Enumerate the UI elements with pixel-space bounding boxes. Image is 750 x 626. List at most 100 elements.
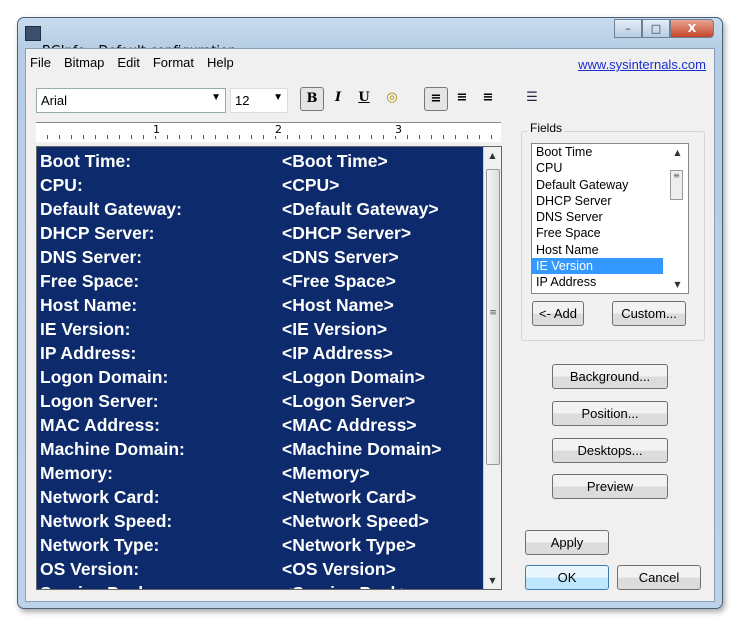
scroll-up-icon[interactable]: ▲ [669, 148, 686, 157]
field-label: Machine Domain: [40, 439, 185, 459]
field-token: <Free Space> [282, 271, 396, 291]
fields-list-item[interactable]: IP Address [532, 274, 663, 290]
underline-button[interactable]: U [352, 87, 376, 111]
field-label: Memory: [40, 463, 113, 483]
field-label: DHCP Server: [40, 223, 155, 243]
field-token: <CPU> [282, 175, 340, 195]
fields-list[interactable]: Boot Time CPU Default Gateway DHCP Server DN… [531, 143, 689, 294]
field-label: Logon Domain: [40, 367, 169, 387]
bullet-list-icon[interactable]: ☰ [520, 87, 544, 111]
chevron-down-icon: ▼ [211, 92, 221, 103]
menu-bitmap[interactable]: Bitmap [64, 55, 104, 70]
apply-button[interactable]: Apply [525, 530, 609, 555]
field-label: Boot Time: [40, 151, 132, 171]
ruler-mark: 1 [152, 123, 161, 136]
field-token: <IP Address> [282, 343, 393, 363]
menu-format[interactable]: Format [153, 55, 194, 70]
field-label: IP Address: [40, 343, 137, 363]
app-icon [25, 26, 41, 41]
editor-line: Network Speed: <Network Speed> [40, 511, 429, 535]
cancel-button[interactable]: Cancel [617, 565, 701, 590]
editor-line: Network Card: <Network Card> [40, 487, 416, 511]
fields-scrollbar[interactable]: ▲ ≡ ▼ [666, 144, 688, 293]
editor-line: Network Type: <Network Type> [40, 535, 416, 559]
size-select[interactable]: 12 ▼ [230, 88, 288, 113]
field-label: DNS Server: [40, 247, 143, 267]
field-label: IE Version: [40, 319, 131, 339]
fields-list-item[interactable]: Free Space [532, 225, 663, 241]
align-left-icon[interactable]: ≡ [424, 87, 448, 111]
sysinternals-link[interactable]: www.sysinternals.com [578, 57, 706, 72]
bold-button[interactable]: B [300, 87, 324, 111]
scroll-down-icon[interactable]: ▼ [669, 280, 686, 289]
editor-line: Boot Time: <Boot Time> [40, 151, 388, 175]
maximize-button[interactable]: □ [642, 19, 670, 38]
field-token: <Service Pack> [282, 583, 410, 589]
position-button[interactable]: Position... [552, 401, 668, 426]
background-button[interactable]: Background... [552, 364, 668, 389]
menu-help[interactable]: Help [207, 55, 234, 70]
font-select[interactable]: Arial ▼ [36, 88, 226, 113]
field-label: Network Speed: [40, 511, 173, 531]
editor-line: Machine Domain: <Machine Domain> [40, 439, 442, 463]
italic-button[interactable]: I [326, 87, 350, 111]
field-label: Network Type: [40, 535, 160, 555]
menu-bar: File Bitmap Edit Format Help [30, 55, 234, 70]
size-value: 12 [235, 93, 250, 108]
editor-line: CPU: <CPU> [40, 175, 339, 199]
field-label: MAC Address: [40, 415, 160, 435]
align-right-icon[interactable]: ≡ [476, 87, 500, 111]
editor-scrollbar[interactable]: ▲ ≡ ▼ [483, 147, 501, 589]
field-token: <IE Version> [282, 319, 388, 339]
field-token: <DNS Server> [282, 247, 399, 267]
field-token: <Boot Time> [282, 151, 388, 171]
editor-line: MAC Address: <MAC Address> [40, 415, 417, 439]
preview-button[interactable]: Preview [552, 474, 668, 499]
field-label: Host Name: [40, 295, 138, 315]
editor-line: Host Name: <Host Name> [40, 295, 394, 319]
template-editor[interactable]: Service Pack: <Service Pack> OS Version: <O… [36, 146, 502, 590]
field-label: CPU: [40, 175, 83, 195]
desktops-button[interactable]: Desktops... [552, 438, 668, 463]
add-button[interactable]: <- Add [532, 301, 584, 326]
field-token: <Default Gateway> [282, 199, 439, 219]
fields-list-item[interactable]: Host Name [532, 242, 663, 258]
editor-line: OS Version: <OS Version> [40, 559, 396, 583]
editor-line: Service Pack: <Service Pack> [40, 583, 410, 589]
scroll-thumb[interactable]: ≡ [670, 170, 683, 200]
fields-label: Fields [528, 121, 565, 135]
align-center-icon[interactable]: ≡ [450, 87, 474, 111]
editor-line: DNS Server: <DNS Server> [40, 247, 399, 271]
fields-list-item[interactable]: CPU [532, 160, 663, 176]
field-token: <Machine Domain> [282, 439, 442, 459]
font-value: Arial [41, 93, 68, 108]
fields-list-item[interactable]: Default Gateway [532, 177, 663, 193]
scroll-thumb[interactable]: ≡ [486, 169, 500, 465]
fields-list-item[interactable]: IE Version [532, 258, 663, 275]
fields-list-item[interactable]: DHCP Server [532, 193, 663, 209]
color-icon[interactable]: ◎ [380, 87, 404, 111]
editor-line: DHCP Server: <DHCP Server> [40, 223, 411, 247]
ok-button[interactable]: OK [525, 565, 609, 590]
scroll-up-icon[interactable]: ▲ [484, 151, 501, 160]
field-label: Default Gateway: [40, 199, 182, 219]
close-button[interactable]: X [670, 19, 714, 38]
custom-button[interactable]: Custom... [612, 301, 686, 326]
editor-line: IP Address: <IP Address> [40, 343, 393, 367]
bginfo-window: BGInfo - Default configuration – □ X Fil… [17, 17, 723, 609]
menu-file[interactable]: File [30, 55, 51, 70]
fields-list-item[interactable]: DNS Server [532, 209, 663, 225]
field-token: <Network Type> [282, 535, 416, 555]
minimize-button[interactable]: – [614, 19, 642, 38]
ruler: 1 2 3 [36, 122, 501, 142]
ruler-mark: 3 [394, 123, 403, 136]
menu-edit[interactable]: Edit [117, 55, 139, 70]
scroll-down-icon[interactable]: ▼ [484, 576, 501, 585]
field-token: <Memory> [282, 463, 370, 483]
field-label: Network Card: [40, 487, 160, 507]
editor-line: Default Gateway: <Default Gateway> [40, 199, 439, 223]
chevron-down-icon: ▼ [273, 92, 283, 103]
fields-list-item[interactable]: Boot Time [532, 144, 663, 160]
editor-line: IE Version: <IE Version> [40, 319, 387, 343]
field-label: Logon Server: [40, 391, 159, 411]
